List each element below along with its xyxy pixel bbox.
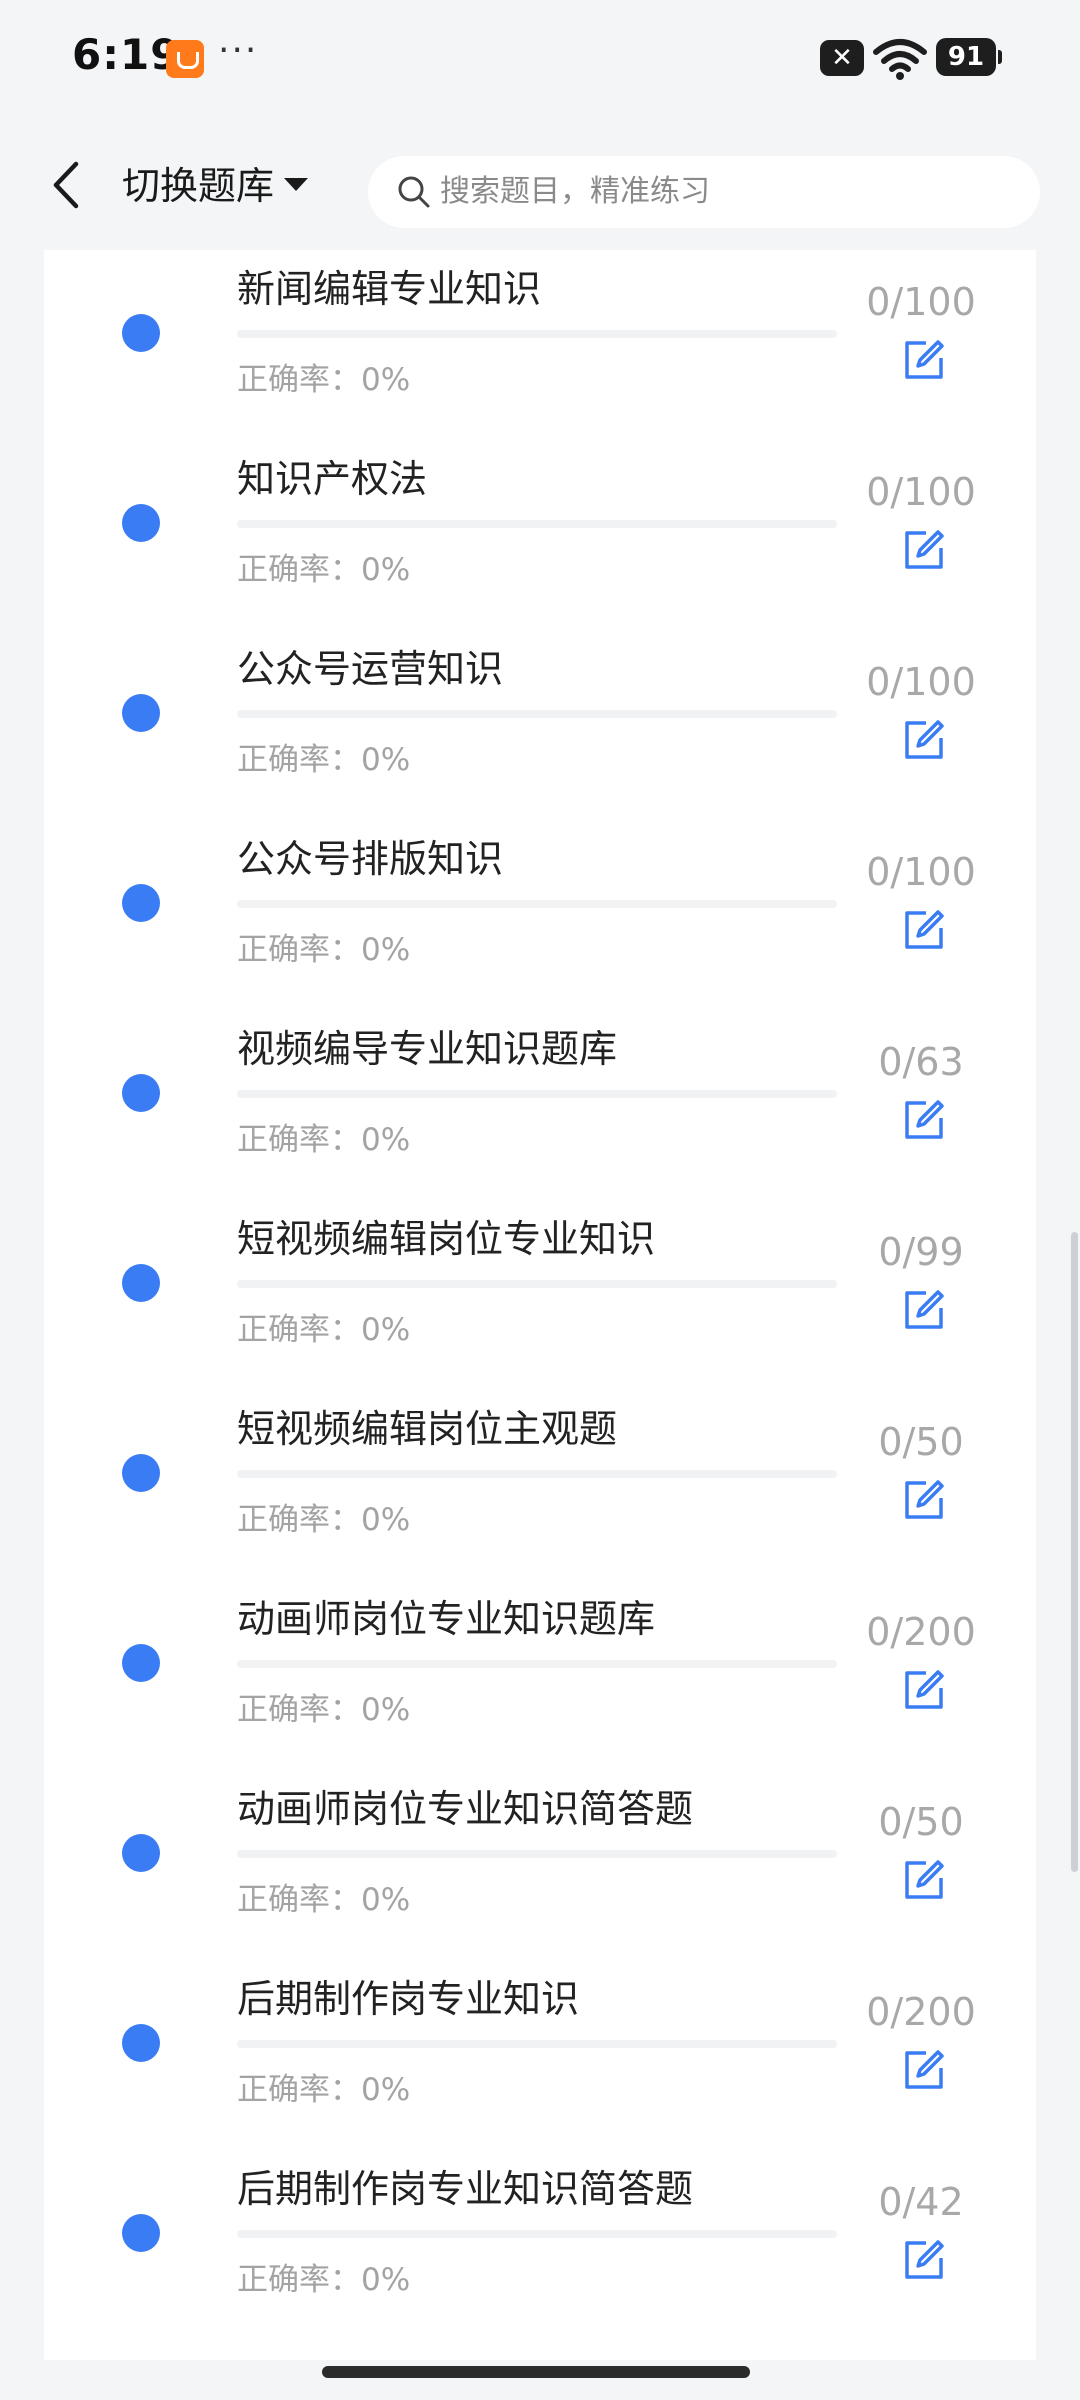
search-placeholder: 搜索题目，精准练习 (440, 174, 710, 209)
progress-bar (237, 520, 837, 528)
close-badge-icon: ✕ (820, 40, 864, 76)
status-dot (122, 1074, 160, 1112)
accuracy-text: 正确率：0% (237, 1312, 411, 1348)
progress-bar (237, 1470, 837, 1478)
battery-level: 91 (936, 38, 1002, 76)
list-item[interactable]: 知识产权法 正确率：0% 0/100 (44, 440, 1036, 630)
status-dot (122, 1454, 160, 1492)
progress-bar (237, 1850, 837, 1858)
status-dot (122, 694, 160, 732)
accuracy-text: 正确率：0% (237, 362, 411, 398)
list-item[interactable]: 新闻编辑专业知识 正确率：0% 0/100 (44, 250, 1036, 440)
caret-down-icon (284, 178, 309, 191)
question-count: 0/100 (866, 470, 976, 514)
switch-question-bank-label: 切换题库 (122, 164, 275, 208)
item-title: 后期制作岗专业知识简答题 (237, 2167, 694, 2211)
accuracy-text: 正确率：0% (237, 932, 411, 968)
accuracy-text: 正确率：0% (237, 742, 411, 778)
switch-question-bank-dropdown[interactable]: 切换题库 (122, 158, 309, 214)
edit-icon[interactable] (902, 2048, 946, 2092)
question-count: 0/50 (878, 1800, 964, 1844)
edit-icon[interactable] (902, 1858, 946, 1902)
wifi-icon (873, 39, 927, 80)
accuracy-text: 正确率：0% (237, 552, 411, 588)
question-count: 0/100 (866, 850, 976, 894)
progress-bar (237, 2040, 837, 2048)
list-item[interactable]: 后期制作岗专业知识 正确率：0% 0/200 (44, 1960, 1036, 2150)
edit-icon[interactable] (902, 1288, 946, 1332)
list-item[interactable]: 动画师岗位专业知识题库 正确率：0% 0/200 (44, 1580, 1036, 1770)
list-item[interactable]: 视频编导专业知识题库 正确率：0% 0/63 (44, 1010, 1036, 1200)
edit-icon[interactable] (902, 338, 946, 382)
status-dot (122, 1834, 160, 1872)
item-title: 短视频编辑岗位主观题 (237, 1407, 618, 1451)
progress-bar (237, 1660, 837, 1668)
accuracy-text: 正确率：0% (237, 1122, 411, 1158)
search-input[interactable]: 搜索题目，精准练习 (368, 156, 1040, 228)
edit-icon[interactable] (902, 908, 946, 952)
edit-icon[interactable] (902, 528, 946, 572)
item-title: 短视频编辑岗位专业知识 (237, 1217, 656, 1261)
list-item[interactable]: 动画师岗位专业知识简答题 正确率：0% 0/50 (44, 1770, 1036, 1960)
list-item[interactable]: 公众号排版知识 正确率：0% 0/100 (44, 820, 1036, 1010)
status-dot (122, 504, 160, 542)
edit-icon[interactable] (902, 1478, 946, 1522)
progress-bar (237, 2230, 837, 2238)
edit-icon[interactable] (902, 1098, 946, 1142)
accuracy-text: 正确率：0% (237, 2072, 411, 2108)
item-title: 动画师岗位专业知识简答题 (237, 1787, 694, 1831)
question-count: 0/50 (878, 1420, 964, 1464)
question-count: 0/99 (878, 1230, 964, 1274)
question-count: 0/200 (866, 1990, 976, 2034)
item-title: 动画师岗位专业知识题库 (237, 1597, 656, 1641)
item-title: 公众号运营知识 (237, 647, 504, 691)
item-title: 视频编导专业知识题库 (237, 1027, 618, 1071)
status-time: 6:19 (72, 30, 181, 79)
progress-bar (237, 1090, 837, 1098)
question-count: 0/100 (866, 280, 976, 324)
question-bank-list: 新闻编辑专业知识 正确率：0% 0/100 知识产权法 正确率：0% 0/100… (44, 250, 1036, 2360)
accuracy-text: 正确率：0% (237, 1502, 411, 1538)
question-count: 0/200 (866, 1610, 976, 1654)
question-count: 0/100 (866, 660, 976, 704)
list-item[interactable]: 短视频编辑岗位专业知识 正确率：0% 0/99 (44, 1200, 1036, 1390)
list-item[interactable]: 后期制作岗专业知识简答题 正确率：0% 0/42 (44, 2150, 1036, 2340)
accuracy-text: 正确率：0% (237, 1882, 411, 1918)
status-dot (122, 1264, 160, 1302)
status-bar: 6:19 ··· ✕ 91 (0, 0, 1080, 120)
edit-icon[interactable] (902, 1668, 946, 1712)
item-title: 新闻编辑专业知识 (237, 267, 542, 311)
status-dot (122, 314, 160, 352)
edit-icon[interactable] (902, 2238, 946, 2282)
question-count: 0/42 (878, 2180, 964, 2224)
back-chevron-icon[interactable] (40, 152, 92, 218)
status-dot (122, 2024, 160, 2062)
list-item[interactable]: 公众号运营知识 正确率：0% 0/100 (44, 630, 1036, 820)
question-count: 0/63 (878, 1040, 964, 1084)
edit-icon[interactable] (902, 718, 946, 762)
status-dot (122, 1644, 160, 1682)
progress-bar (237, 900, 837, 908)
item-title: 公众号排版知识 (237, 837, 504, 881)
status-dot (122, 884, 160, 922)
home-indicator[interactable] (322, 2366, 750, 2378)
progress-bar (237, 1280, 837, 1288)
more-notifications-icon: ··· (218, 30, 259, 71)
search-icon (398, 176, 430, 208)
status-dot (122, 2214, 160, 2252)
scrollbar-thumb[interactable] (1071, 1232, 1078, 1872)
list-item[interactable]: 短视频编辑岗位主观题 正确率：0% 0/50 (44, 1390, 1036, 1580)
accuracy-text: 正确率：0% (237, 2262, 411, 2298)
item-title: 后期制作岗专业知识 (237, 1977, 580, 2021)
progress-bar (237, 710, 837, 718)
item-title: 知识产权法 (237, 457, 428, 501)
taobao-app-icon (166, 40, 204, 78)
header: 切换题库 搜索题目，精准练习 (0, 120, 1080, 250)
progress-bar (237, 330, 837, 338)
accuracy-text: 正确率：0% (237, 1692, 411, 1728)
